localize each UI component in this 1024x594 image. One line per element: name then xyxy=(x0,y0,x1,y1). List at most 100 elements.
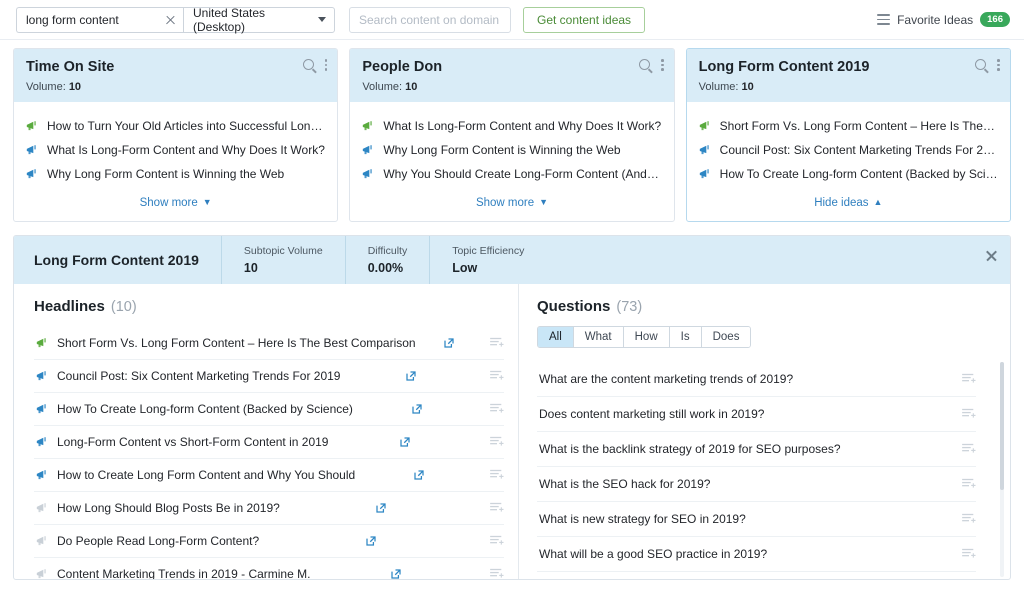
question-filter-tab[interactable]: Is xyxy=(668,327,701,347)
idea-card[interactable]: Time On Site Volume: 10 How to Turn Your O… xyxy=(13,48,339,222)
question-row[interactable]: What will be a good SEO practice in 2019… xyxy=(537,536,976,571)
headline-row[interactable]: How To Create Long-form Content (Backed … xyxy=(34,392,504,425)
headline-text[interactable]: Content Marketing Trends in 2019 - Carmi… xyxy=(57,567,383,579)
question-filter-tab[interactable]: How xyxy=(622,327,669,347)
chevron-down-icon xyxy=(318,17,326,22)
card-idea-text[interactable]: How To Create Long-form Content (Backed … xyxy=(720,167,998,181)
add-to-list-icon[interactable] xyxy=(962,373,976,385)
card-idea-row[interactable]: What Is Long-Form Content and Why Does I… xyxy=(26,138,325,162)
question-row[interactable]: What is the SEO hack for 2019? xyxy=(537,466,976,501)
more-options-icon[interactable] xyxy=(997,59,1000,71)
question-filter-tab[interactable]: Does xyxy=(700,327,751,347)
external-link-icon[interactable] xyxy=(400,437,410,447)
add-to-list-icon[interactable] xyxy=(490,370,504,382)
question-filter-tab[interactable]: All xyxy=(538,327,573,347)
headline-text[interactable]: How To Create Long-form Content (Backed … xyxy=(57,402,404,416)
headline-row[interactable]: Long-Form Content vs Short-Form Content … xyxy=(34,425,504,458)
add-to-list-icon[interactable] xyxy=(490,568,504,580)
card-idea-text[interactable]: What Is Long-Form Content and Why Does I… xyxy=(383,119,661,133)
add-to-list-icon[interactable] xyxy=(962,513,976,525)
headline-text[interactable]: How to Create Long Form Content and Why … xyxy=(57,468,406,482)
idea-card-toggle[interactable]: Show more ▼ xyxy=(350,186,673,221)
headline-row[interactable]: Do People Read Long-Form Content? xyxy=(34,524,504,557)
question-row[interactable]: What are the content marketing trends of… xyxy=(537,362,976,396)
headline-row[interactable]: Council Post: Six Content Marketing Tren… xyxy=(34,359,504,392)
question-text[interactable]: What are the content marketing trends of… xyxy=(539,372,962,386)
card-idea-row[interactable]: Why Long Form Content is Winning the Web xyxy=(26,162,325,186)
idea-card-toggle[interactable]: Show more ▼ xyxy=(14,186,337,221)
question-text[interactable]: What is new strategy for SEO in 2019? xyxy=(539,512,962,526)
headline-row[interactable]: How to Create Long Form Content and Why … xyxy=(34,458,504,491)
external-link-icon[interactable] xyxy=(413,470,424,480)
question-row[interactable]: What is new strategy for SEO in 2019? xyxy=(537,501,976,536)
external-link-icon[interactable] xyxy=(376,503,386,513)
headline-row[interactable]: Short Form Vs. Long Form Content – Here … xyxy=(34,327,504,359)
question-text[interactable]: What is the SEO hack for 2019? xyxy=(539,477,962,491)
question-text[interactable]: Does content marketing still work in 201… xyxy=(539,407,962,421)
idea-cards-row: Time On Site Volume: 10 How to Turn Your O… xyxy=(0,40,1024,222)
question-row[interactable]: Does content marketing still work in 201… xyxy=(537,396,976,431)
card-idea-row[interactable]: How to Turn Your Old Articles into Succe… xyxy=(26,114,325,138)
add-to-list-icon[interactable] xyxy=(962,478,976,490)
card-idea-text[interactable]: Why Long Form Content is Winning the Web xyxy=(383,143,620,157)
get-content-ideas-button[interactable]: Get content ideas xyxy=(523,6,646,33)
card-idea-row[interactable]: How To Create Long-form Content (Backed … xyxy=(699,162,998,186)
card-idea-row[interactable]: Why Long Form Content is Winning the Web xyxy=(362,138,661,162)
card-idea-text[interactable]: Why You Should Create Long-Form Content … xyxy=(383,167,661,181)
headline-row[interactable]: How Long Should Blog Posts Be in 2019? xyxy=(34,491,504,524)
external-link-icon[interactable] xyxy=(444,338,454,348)
add-to-list-icon[interactable] xyxy=(490,337,504,349)
external-link-icon[interactable] xyxy=(391,569,401,579)
card-idea-row[interactable]: Why You Should Create Long-Form Content … xyxy=(362,162,662,186)
headline-row[interactable]: Content Marketing Trends in 2019 - Carmi… xyxy=(34,557,504,580)
add-to-list-icon[interactable] xyxy=(490,403,504,415)
add-to-list-icon[interactable] xyxy=(490,535,504,547)
card-idea-text[interactable]: Council Post: Six Content Marketing Tren… xyxy=(720,143,998,157)
favorite-ideas-count-badge: 166 xyxy=(980,12,1010,27)
question-filter-tab[interactable]: What xyxy=(572,327,623,347)
question-text[interactable]: What will be a good SEO practice in 2019… xyxy=(539,547,962,561)
more-options-icon[interactable] xyxy=(661,59,664,71)
idea-card-title: People Don xyxy=(362,59,443,75)
close-icon[interactable] xyxy=(165,14,176,25)
idea-card[interactable]: People Don Volume: 10 What Is Long-Form Co… xyxy=(349,48,675,222)
keyword-input[interactable]: long form content xyxy=(16,6,183,33)
domain-search-input[interactable] xyxy=(349,6,511,33)
headline-text[interactable]: Long-Form Content vs Short-Form Content … xyxy=(57,435,392,449)
question-row[interactable]: What is the backlink strategy of 2019 fo… xyxy=(537,431,976,466)
headline-text[interactable]: Council Post: Six Content Marketing Tren… xyxy=(57,369,398,383)
headlines-title: Headlines xyxy=(34,298,105,315)
search-icon[interactable] xyxy=(975,59,987,71)
questions-scrollbar[interactable] xyxy=(1000,362,1004,577)
card-idea-row[interactable]: Council Post: Six Content Marketing Tren… xyxy=(699,138,998,162)
card-idea-text[interactable]: Why Long Form Content is Winning the Web xyxy=(47,167,284,181)
add-to-list-icon[interactable] xyxy=(962,548,976,560)
megaphone-icon xyxy=(26,120,36,130)
add-to-list-icon[interactable] xyxy=(962,408,976,420)
add-to-list-icon[interactable] xyxy=(490,436,504,448)
add-to-list-icon[interactable] xyxy=(490,469,504,481)
search-icon[interactable] xyxy=(302,59,314,71)
headline-text[interactable]: How Long Should Blog Posts Be in 2019? xyxy=(57,501,368,515)
megaphone-icon xyxy=(36,535,46,545)
idea-card[interactable]: Long Form Content 2019 Volume: 10 Short Fo… xyxy=(685,48,1011,222)
external-link-icon[interactable] xyxy=(406,371,416,381)
idea-card-toggle[interactable]: Hide ideas ▲ xyxy=(687,186,1010,221)
database-select[interactable]: United States (Desktop) xyxy=(183,6,335,34)
question-text[interactable]: What is the backlink strategy of 2019 fo… xyxy=(539,442,962,456)
more-options-icon[interactable] xyxy=(324,59,328,71)
add-to-list-icon[interactable] xyxy=(962,443,976,455)
add-to-list-icon[interactable] xyxy=(490,502,504,514)
card-idea-text[interactable]: What Is Long-Form Content and Why Does I… xyxy=(47,143,325,157)
search-icon[interactable] xyxy=(639,59,651,71)
headline-text[interactable]: Do People Read Long-Form Content? xyxy=(57,534,358,548)
external-link-icon[interactable] xyxy=(412,404,423,414)
card-idea-text[interactable]: How to Turn Your Old Articles into Succe… xyxy=(47,119,325,133)
card-idea-text[interactable]: Short Form Vs. Long Form Content – Here … xyxy=(720,119,998,133)
favorite-ideas-button[interactable]: Favorite Ideas 166 xyxy=(877,12,1010,27)
card-idea-row[interactable]: Short Form Vs. Long Form Content – Here … xyxy=(699,114,998,138)
external-link-icon[interactable] xyxy=(365,536,376,546)
headline-text[interactable]: Short Form Vs. Long Form Content – Here … xyxy=(57,336,436,350)
close-icon[interactable] xyxy=(985,249,998,262)
card-idea-row[interactable]: What Is Long-Form Content and Why Does I… xyxy=(362,114,661,138)
